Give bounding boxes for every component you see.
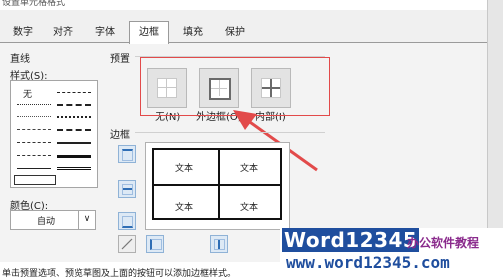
border-left-button[interactable]	[146, 235, 164, 253]
right-edge	[487, 0, 503, 262]
watermark-url: www.word12345.com	[286, 253, 450, 272]
line-style-option[interactable]	[17, 104, 51, 105]
watermark: Word12345 办公软件教程 www.word12345.com	[280, 228, 503, 278]
hint-text: 单击预置选项、预览草图及上面的按钮可以添加边框样式。	[2, 269, 237, 279]
window-title: 设置单元格格式	[2, 0, 66, 8]
line-style-option[interactable]	[57, 155, 91, 158]
tab-border[interactable]: 边框	[129, 21, 169, 44]
line-style-option[interactable]	[57, 142, 91, 144]
tab-font[interactable]: 字体	[88, 24, 122, 42]
preview-cell-text: 文本	[240, 203, 259, 213]
preview-cell-text: 文本	[175, 164, 194, 174]
border-diagonal-up-button[interactable]	[118, 235, 136, 253]
border-top-icon	[122, 149, 133, 161]
watermark-tagline: 办公软件教程	[407, 236, 480, 250]
line-style-none[interactable]: 无	[23, 87, 32, 100]
tab-fill[interactable]: 填充	[176, 24, 210, 42]
chevron-down-icon[interactable]: ∨	[78, 211, 95, 229]
tab-alignment[interactable]: 对齐	[46, 24, 80, 42]
title-bar: 设置单元格格式	[0, 0, 503, 10]
preview-inner-horizontal-line[interactable]	[154, 184, 280, 186]
color-value: 自动	[37, 217, 56, 227]
border-section-title: 边框	[110, 130, 130, 141]
border-inside-vertical-button[interactable]	[210, 235, 228, 253]
diagonal-icon	[121, 238, 133, 250]
preview-cell-text: 文本	[175, 203, 194, 213]
preview-cell-text: 文本	[240, 164, 259, 174]
border-top-button[interactable]	[118, 145, 136, 163]
line-style-option[interactable]	[17, 116, 51, 117]
line-style-selected[interactable]	[14, 175, 56, 185]
preset-section-title: 预置	[110, 54, 130, 65]
watermark-brand: Word12345	[282, 228, 420, 252]
line-style-option[interactable]	[17, 129, 51, 130]
border-left-icon	[150, 239, 162, 250]
line-section-title: 直线	[10, 54, 30, 65]
border-divider	[135, 132, 325, 133]
line-style-option[interactable]	[57, 167, 91, 170]
border-bottom-button[interactable]	[118, 212, 136, 230]
tab-protection[interactable]: 保护	[218, 24, 252, 42]
tab-number[interactable]: 数字	[6, 24, 40, 42]
line-style-list[interactable]: 无	[10, 80, 98, 188]
line-style-option[interactable]	[57, 104, 91, 106]
border-inside-horizontal-button[interactable]	[118, 180, 136, 198]
line-style-option[interactable]	[57, 92, 91, 93]
color-dropdown[interactable]: 自动 ∨	[10, 210, 96, 230]
line-style-option[interactable]	[57, 129, 91, 131]
line-style-option[interactable]	[17, 155, 51, 156]
border-vertical-icon	[214, 239, 225, 250]
preview-grid[interactable]	[152, 148, 282, 220]
border-horizontal-icon	[122, 184, 133, 195]
border-bottom-icon	[122, 216, 133, 228]
line-style-option[interactable]	[57, 116, 91, 118]
line-style-option[interactable]	[17, 142, 51, 143]
line-style-option[interactable]	[17, 168, 51, 169]
